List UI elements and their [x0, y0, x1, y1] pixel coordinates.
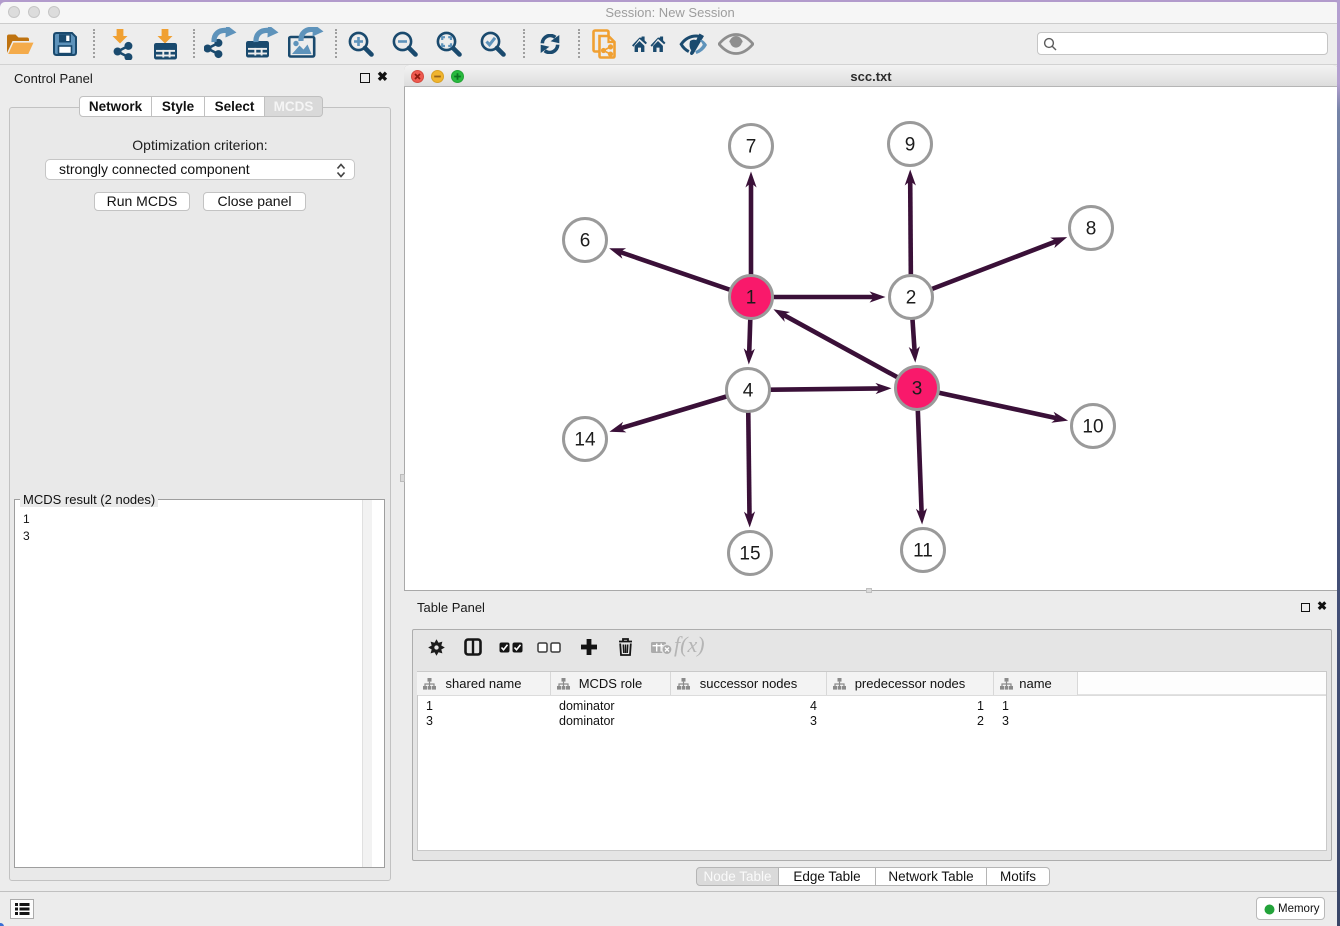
svg-text:3: 3: [912, 379, 923, 400]
svg-text:7: 7: [746, 137, 757, 158]
svg-text:10: 10: [1082, 417, 1103, 438]
svg-text:6: 6: [580, 231, 591, 252]
svg-text:14: 14: [574, 430, 596, 451]
svg-text:15: 15: [739, 544, 760, 565]
svg-text:9: 9: [905, 135, 916, 156]
svg-text:4: 4: [743, 381, 754, 402]
svg-text:8: 8: [1086, 219, 1097, 240]
svg-text:1: 1: [746, 288, 757, 309]
svg-text:2: 2: [906, 288, 917, 309]
svg-text:11: 11: [913, 541, 933, 562]
